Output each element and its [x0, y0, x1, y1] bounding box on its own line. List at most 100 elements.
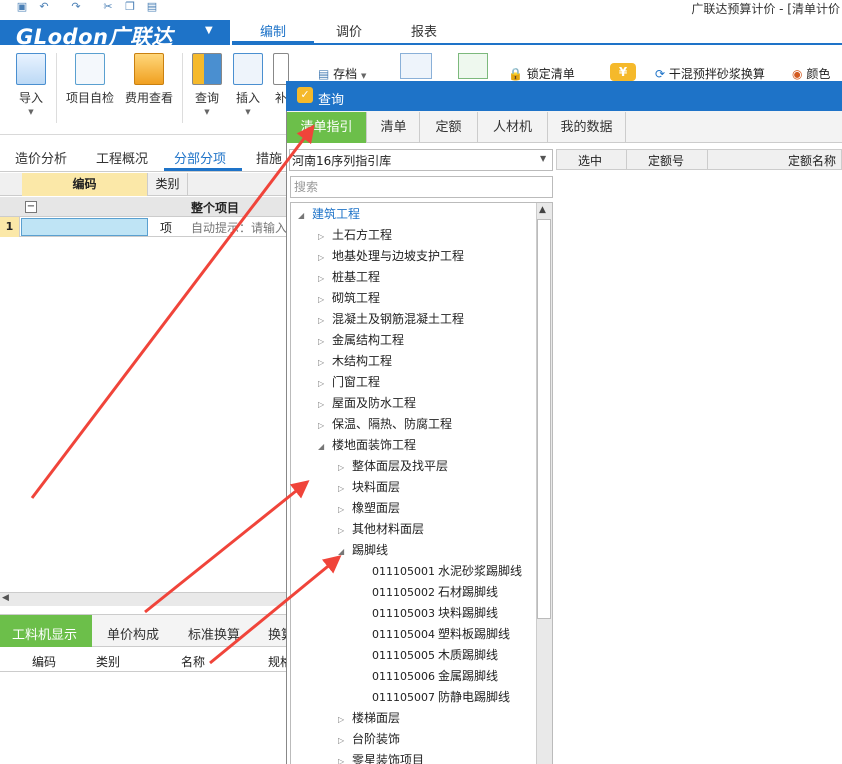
tab-my-data[interactable]: 我的数据	[548, 112, 626, 143]
tree-node[interactable]: ▷ 门窗工程	[318, 373, 380, 390]
tree-node[interactable]: ▷ 木结构工程	[318, 352, 392, 369]
menu-tab-edit[interactable]: 编制	[232, 22, 314, 44]
yuan-icon[interactable]: ¥	[610, 63, 636, 81]
tree-node[interactable]: ▷ 屋面及防水工程	[318, 394, 416, 411]
archive-button[interactable]: ▤ 存档 ▼	[318, 65, 366, 82]
tree-node[interactable]: ▷ 地基处理与边坡支护工程	[318, 247, 464, 264]
col-quota-name[interactable]: 定额名称	[788, 152, 836, 169]
tree-node[interactable]: ▷ 保温、隔热、防腐工程	[318, 415, 452, 432]
app-menu-button[interactable]: GLodon广联达 ▼	[0, 20, 230, 49]
import-button[interactable]: 导入 ▼	[14, 53, 48, 116]
column-header-type[interactable]: 类别	[148, 173, 188, 196]
collapsed-arrow-icon[interactable]: ▷	[338, 463, 352, 472]
lock-list-button[interactable]: 🔒 锁定清单	[508, 65, 575, 82]
search-input[interactable]	[290, 176, 553, 198]
tab-labor-material[interactable]: 人材机	[478, 112, 548, 143]
tree-node[interactable]: ▷ 零星装饰项目	[338, 751, 424, 764]
scrollbar-thumb[interactable]	[537, 219, 551, 619]
expanded-arrow-icon[interactable]: ◢	[338, 547, 352, 556]
paste-icon[interactable]: ▤	[146, 1, 158, 13]
tree-node[interactable]: ▷ 橡塑面层	[338, 499, 400, 516]
tree-leaf-item[interactable]: 011105006 金属踢脚线	[372, 667, 498, 684]
collapsed-arrow-icon[interactable]: ▷	[318, 421, 332, 430]
tree-leaf-item[interactable]: 011105007 防静电踢脚线	[372, 688, 510, 705]
col-selected[interactable]: 选中	[578, 152, 602, 169]
tree-leaf-item[interactable]: 011105004 塑料板踢脚线	[372, 625, 510, 642]
color-button[interactable]: ◉ 颜色	[792, 65, 830, 82]
tree-node[interactable]: ◢ 踢脚线	[338, 541, 388, 558]
menu-tab-report[interactable]: 报表	[386, 22, 462, 44]
save-icon[interactable]: ▣	[16, 1, 28, 13]
collapsed-arrow-icon[interactable]: ▷	[318, 400, 332, 409]
bottom-col-type[interactable]: 类别	[96, 653, 120, 670]
collapsed-arrow-icon[interactable]: ▷	[318, 379, 332, 388]
collapsed-arrow-icon[interactable]: ▷	[318, 274, 332, 283]
collapsed-arrow-icon[interactable]: ▷	[318, 232, 332, 241]
scroll-left-icon[interactable]: ◀	[2, 593, 9, 603]
undo-icon[interactable]: ↶	[38, 1, 50, 13]
query-button[interactable]: 查询 ▼	[190, 53, 224, 116]
column-header-code[interactable]: 编码	[22, 173, 148, 196]
collapsed-arrow-icon[interactable]: ▷	[318, 337, 332, 346]
dialog-title: 查询	[318, 93, 345, 108]
tree-node[interactable]: ▷ 混凝土及钢筋混凝土工程	[318, 310, 464, 327]
collapsed-arrow-icon[interactable]: ▷	[318, 358, 332, 367]
tree-leaf-item[interactable]: 011105003 块料踢脚线	[372, 604, 498, 621]
code-cell-input[interactable]	[21, 218, 148, 236]
collapsed-arrow-icon[interactable]: ▷	[318, 316, 332, 325]
tree-node[interactable]: ◢ 楼地面装饰工程	[318, 436, 416, 453]
tab-quota[interactable]: 定额	[420, 112, 478, 143]
collapsed-arrow-icon[interactable]: ▷	[318, 295, 332, 304]
tab-standard-conversion[interactable]: 标准换算	[188, 624, 240, 643]
chevron-down-icon[interactable]: ▼	[540, 154, 546, 163]
collapsed-arrow-icon[interactable]: ▷	[338, 757, 352, 764]
tree-node[interactable]: ▷ 砌筑工程	[318, 289, 380, 306]
collapsed-arrow-icon[interactable]: ▷	[338, 505, 352, 514]
menu-tab-adjust-price[interactable]: 调价	[316, 22, 382, 44]
tab-subdivision[interactable]: 分部分项	[174, 148, 226, 167]
copy-icon[interactable]: ❐	[124, 1, 136, 13]
tree-node[interactable]: ▷ 楼梯面层	[338, 709, 400, 726]
list-view-icon[interactable]	[400, 53, 432, 79]
tab-measures[interactable]: 措施	[256, 148, 282, 167]
cut-icon[interactable]: ✂	[102, 1, 114, 13]
dialog-titlebar[interactable]	[286, 81, 842, 111]
tab-list-guide[interactable]: 清单指引	[287, 112, 367, 143]
table-row[interactable]	[0, 197, 300, 217]
collapsed-arrow-icon[interactable]: ▷	[338, 715, 352, 724]
horizontal-scrollbar[interactable]	[0, 592, 300, 606]
tab-list[interactable]: 清单	[368, 112, 420, 143]
tree-node[interactable]: ◢ 建筑工程	[298, 205, 360, 222]
scroll-up-icon[interactable]: ▲	[539, 205, 546, 215]
table-refresh-icon[interactable]	[458, 53, 488, 79]
tree-node[interactable]: ▷ 桩基工程	[318, 268, 380, 285]
tab-labor-material-machine[interactable]: 工料机显示	[12, 624, 77, 643]
expanded-arrow-icon[interactable]: ◢	[298, 211, 312, 220]
tree-node[interactable]: ▷ 其他材料面层	[338, 520, 424, 537]
collapsed-arrow-icon[interactable]: ▷	[338, 526, 352, 535]
expanded-arrow-icon[interactable]: ◢	[318, 442, 332, 451]
tab-cost-analysis[interactable]: 造价分析	[15, 148, 67, 167]
bottom-col-code[interactable]: 编码	[32, 653, 56, 670]
redo-icon[interactable]: ↷	[70, 1, 82, 13]
collapse-icon[interactable]: −	[25, 201, 37, 213]
col-quota-number[interactable]: 定额号	[648, 152, 684, 169]
tab-unit-price[interactable]: 单价构成	[107, 624, 159, 643]
insert-button[interactable]: 插入 ▼	[233, 53, 263, 116]
tree-node[interactable]: ▷ 土石方工程	[318, 226, 392, 243]
tree-node[interactable]: ▷ 块料面层	[338, 478, 400, 495]
collapsed-arrow-icon[interactable]: ▷	[318, 253, 332, 262]
tree-leaf-item[interactable]: 011105005 木质踢脚线	[372, 646, 498, 663]
tree-leaf-item[interactable]: 011105001 水泥砂浆踢脚线	[372, 562, 522, 579]
tree-node[interactable]: ▷ 金属结构工程	[318, 331, 404, 348]
tab-project-overview[interactable]: 工程概况	[96, 148, 148, 167]
tree-node[interactable]: ▷ 台阶装饰	[338, 730, 400, 747]
bottom-col-name[interactable]: 名称	[181, 653, 205, 670]
collapsed-arrow-icon[interactable]: ▷	[338, 484, 352, 493]
collapsed-arrow-icon[interactable]: ▷	[338, 736, 352, 745]
tree-node[interactable]: ▷ 整体面层及找平层	[338, 457, 448, 474]
tree-leaf-item[interactable]: 011105002 石材踢脚线	[372, 583, 498, 600]
dry-mix-mortar-button[interactable]: ⟳ 干混预拌砂浆换算	[655, 65, 765, 82]
fee-view-button[interactable]: 费用查看	[121, 53, 177, 106]
project-self-check-button[interactable]: 项目自检	[63, 53, 117, 106]
